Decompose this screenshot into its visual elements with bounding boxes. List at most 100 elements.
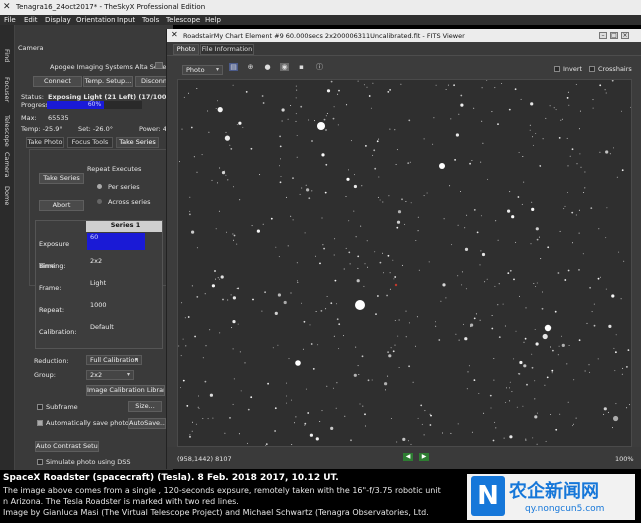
star [491,315,493,316]
star [464,227,466,229]
auto-contrast-setup-button[interactable]: Auto Contrast Setup... [35,441,99,452]
subframe-checkbox[interactable] [37,404,43,410]
star [568,345,570,346]
star [506,387,507,389]
across-series-radio[interactable] [97,199,102,204]
reduction-label: Reduction: [34,357,69,365]
zoom-out-icon[interactable]: ● [263,63,272,71]
group-select[interactable]: 2x2 ▾ [86,370,134,380]
star [279,181,282,184]
star [471,160,473,161]
temp-setup-button[interactable]: Temp. Setup... [83,76,133,87]
series-row-label: Frame: [39,284,62,292]
star [465,288,467,290]
star [189,196,191,198]
star [560,119,562,121]
camera-settings-icon[interactable] [155,62,163,69]
series-row-value[interactable]: 2x2 [87,255,145,277]
info-icon[interactable]: ⓘ [315,63,324,71]
previous-icon[interactable]: ◀ [403,453,413,461]
menu-telescope[interactable]: Telescope [166,16,200,24]
menu-display[interactable]: Display [45,16,71,24]
tab-take-series[interactable]: Take Series [116,137,159,148]
close-button[interactable]: × [621,32,629,39]
star [196,88,198,89]
minimize-button[interactable]: – [599,32,607,39]
star [554,310,557,313]
pan-icon[interactable]: ▪ [297,63,306,71]
star [326,296,328,297]
star [508,108,511,111]
menu-bar: File Edit Display Orientation Input Tool… [0,15,641,25]
star [180,387,181,389]
view-mode-select[interactable]: Photo ▾ [182,65,223,75]
abort-button[interactable]: Abort [39,200,84,211]
star [584,171,586,173]
tab-file-information[interactable]: File Information [200,44,254,55]
star [540,258,542,260]
autosave-button[interactable]: AutoSave... [128,418,166,429]
star [360,225,362,227]
star [252,298,254,301]
star [288,358,290,360]
take-series-button[interactable]: Take Series [39,173,84,184]
series-row-value[interactable]: Default [87,321,145,343]
menu-help[interactable]: Help [205,16,221,24]
series-row-value-selected[interactable]: 60 [87,233,145,250]
connect-button[interactable]: Connect [33,76,82,87]
crosshairs-checkbox[interactable] [589,66,595,72]
menu-edit[interactable]: Edit [24,16,38,24]
star [578,339,581,342]
series-row-value[interactable]: 1000 [87,299,145,321]
chart-icon[interactable]: ▤ [229,63,238,71]
zoom-in-icon[interactable]: ⊕ [246,63,255,71]
star [479,319,481,321]
bright-star [544,324,552,332]
series-row-value[interactable]: Light [87,277,145,299]
star [220,275,224,279]
autosave-checkbox[interactable] [37,420,43,426]
star [480,215,482,217]
invert-checkbox[interactable] [554,66,560,72]
star [325,129,327,131]
star [373,149,376,152]
next-icon[interactable]: ▶ [419,453,429,461]
star [348,169,349,171]
menu-tools[interactable]: Tools [142,16,159,24]
star [473,317,476,320]
size-button[interactable]: Size... [128,401,162,412]
star [279,145,282,148]
fit-icon[interactable]: ◉ [280,63,289,71]
star [410,202,412,204]
simulate-dss-checkbox[interactable] [37,459,43,465]
menu-orientation[interactable]: Orientation [76,16,116,24]
star [314,120,315,122]
star [364,413,366,416]
star [405,201,407,202]
star [205,345,207,347]
star [355,236,357,238]
star [292,219,294,221]
star [394,344,396,346]
star [343,335,344,337]
image-viewport[interactable] [177,79,632,447]
star [409,161,411,163]
star [294,422,295,424]
star [435,325,437,327]
star [325,115,327,117]
per-series-radio[interactable] [97,184,102,189]
star [449,185,451,187]
tab-take-photo[interactable]: Take Photo [26,137,64,148]
star [222,298,224,301]
tab-focus-tools[interactable]: Focus Tools [67,137,113,148]
image-calibration-library-button[interactable]: Image Calibration Library... [86,385,165,396]
menu-file[interactable]: File [4,16,16,24]
star [382,201,384,203]
maximize-button[interactable]: □ [610,32,618,39]
tab-photo[interactable]: Photo [173,44,199,55]
star [417,216,419,218]
star [321,217,323,219]
star [541,307,544,310]
reduction-select[interactable]: Full Calibration ▾ [86,355,142,365]
menu-input[interactable]: Input [117,16,135,24]
